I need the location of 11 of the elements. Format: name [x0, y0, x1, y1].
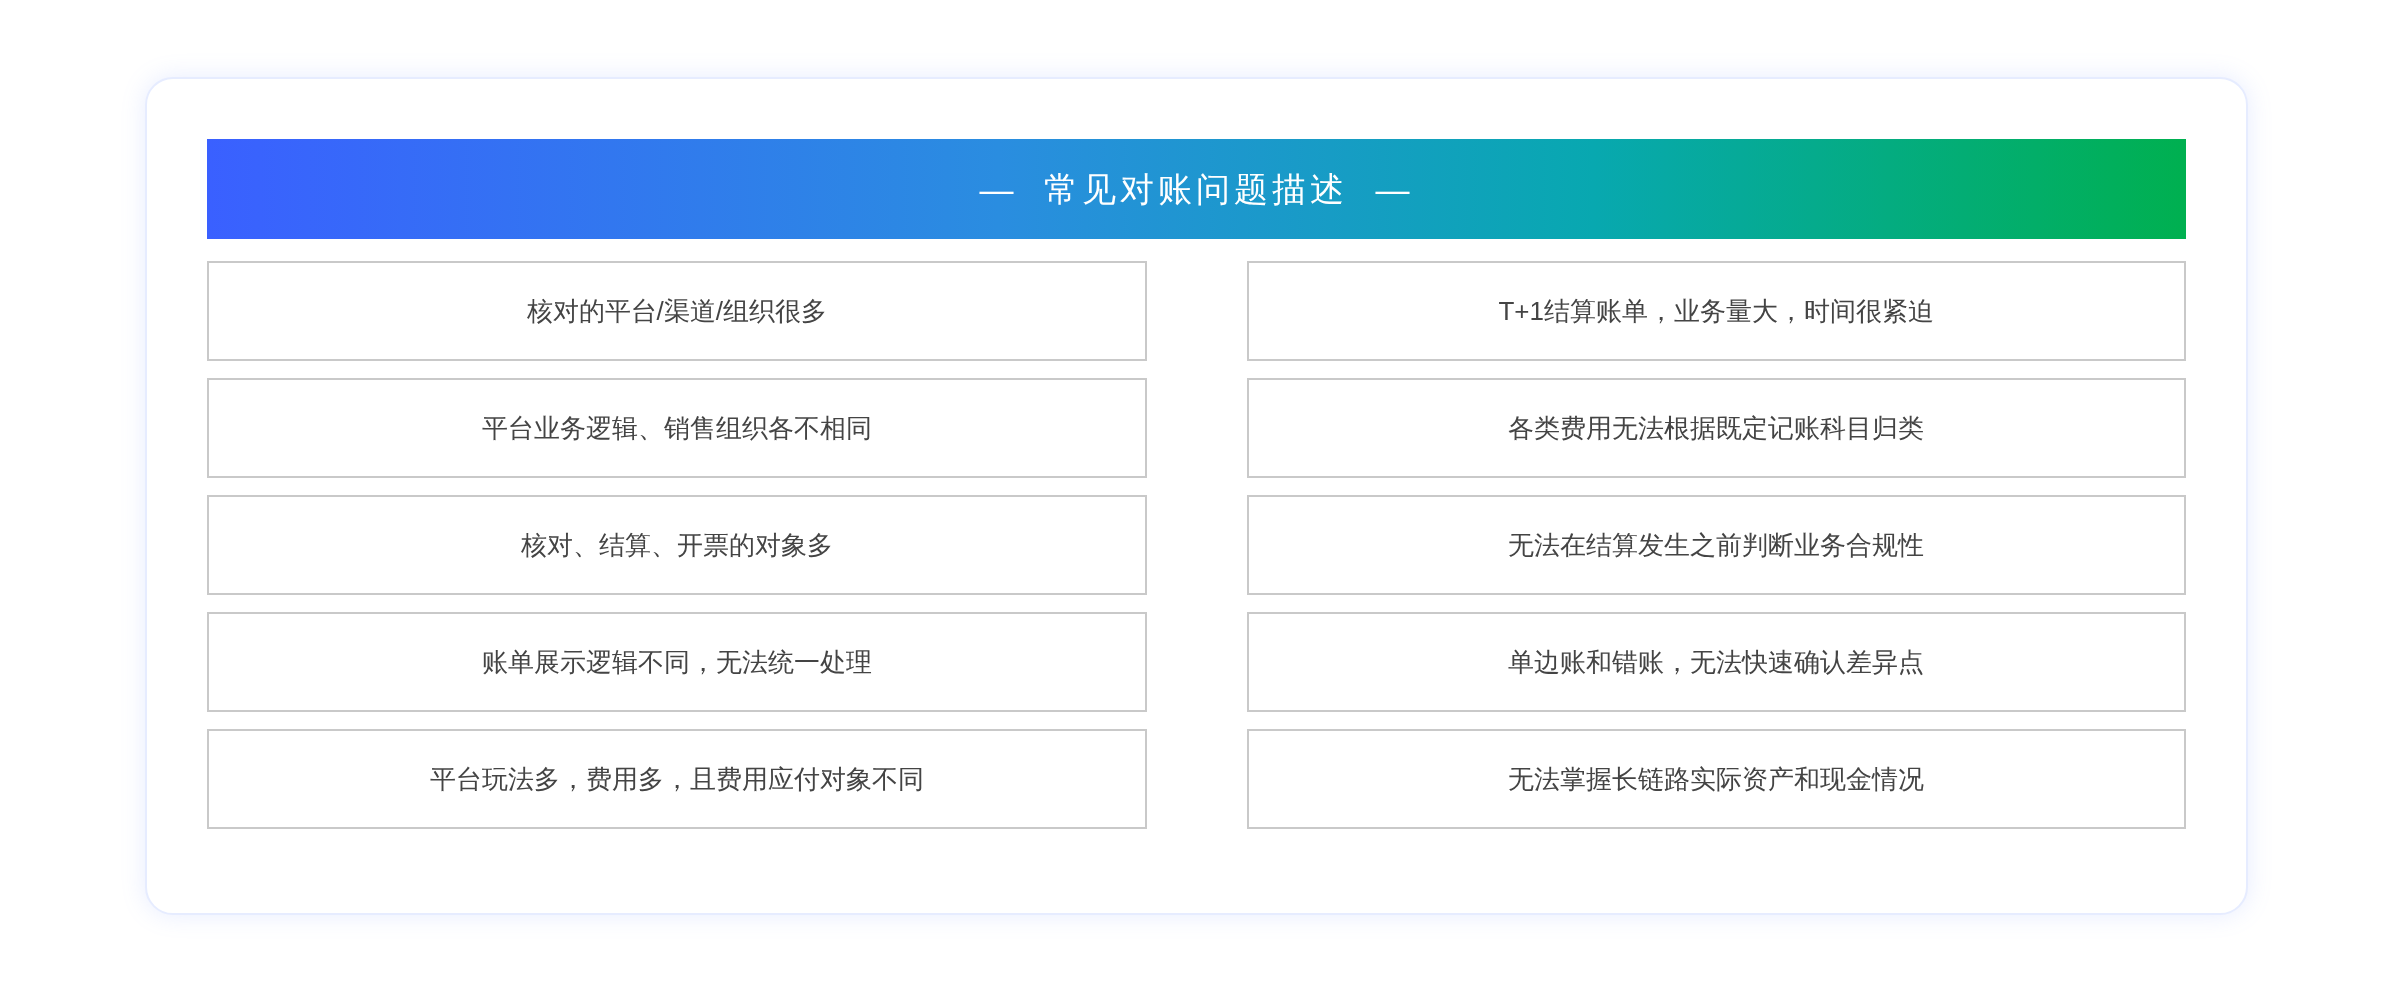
problem-item: 无法在结算发生之前判断业务合规性: [1246, 495, 2186, 595]
problem-item: 账单展示逻辑不同，无法统一处理: [207, 612, 1147, 712]
problem-item: 单边账和错账，无法快速确认差异点: [1246, 612, 2186, 712]
problem-item: 平台业务逻辑、销售组织各不相同: [207, 378, 1147, 478]
problem-item: 平台玩法多，费用多，且费用应付对象不同: [207, 729, 1147, 829]
problem-item: 核对、结算、开票的对象多: [207, 495, 1147, 595]
problem-item: 各类费用无法根据既定记账科目归类: [1246, 378, 2186, 478]
problem-item: 核对的平台/渠道/组织很多: [207, 261, 1147, 361]
problem-item: 无法掌握长链路实际资产和现金情况: [1246, 729, 2186, 829]
section-header: — 常见对账问题描述 —: [207, 139, 2186, 239]
problem-item: T+1结算账单，业务量大，时间很紧迫: [1246, 261, 2186, 361]
